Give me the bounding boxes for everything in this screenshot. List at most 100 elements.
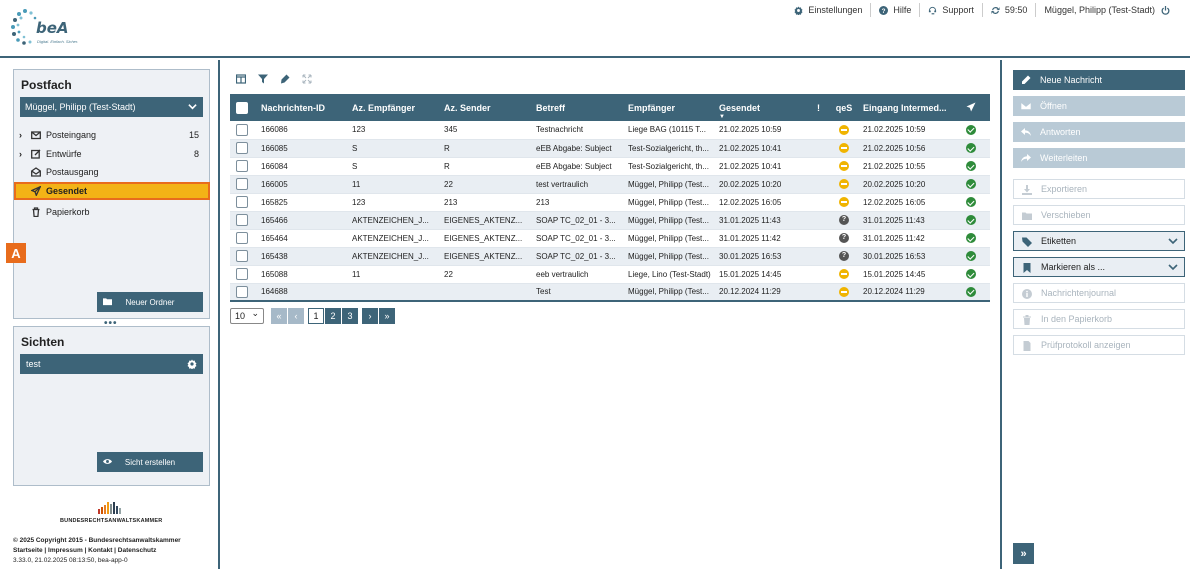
filter-icon[interactable]: [258, 74, 268, 84]
folder-entwuerfe[interactable]: › Entwürfe 8: [19, 145, 205, 163]
column-header-az-empfaenger[interactable]: Az. Empfänger: [348, 94, 440, 121]
row-checkbox[interactable]: [236, 268, 248, 280]
folder-label: Papierkorb: [46, 207, 90, 217]
table-row[interactable]: 165466 AKTENZEICHEN_J... EIGENES_AKTENZ...…: [230, 211, 990, 229]
table-row[interactable]: 166086 123 345 Testnachricht Liege BAG (1011…: [230, 121, 990, 139]
row-select-cell[interactable]: [230, 193, 257, 211]
next-page-button[interactable]: ›: [362, 308, 378, 324]
column-header-id[interactable]: Nachrichten-ID: [257, 94, 348, 121]
column-header-empfaenger[interactable]: Empfänger: [624, 94, 715, 121]
table-row[interactable]: 165825 123 213 213 Müggel, Philipp (Test... 1…: [230, 193, 990, 211]
support-link[interactable]: Support: [919, 3, 982, 17]
forward-button[interactable]: Weiterleiten: [1013, 148, 1185, 168]
row-select-cell[interactable]: [230, 247, 257, 265]
row-checkbox[interactable]: [236, 160, 248, 172]
row-checkbox[interactable]: [236, 214, 248, 226]
journal-button[interactable]: Nachrichtenjournal: [1013, 283, 1185, 303]
row-select-cell[interactable]: [230, 175, 257, 193]
column-header-qes[interactable]: qeS: [829, 94, 859, 121]
row-select-cell[interactable]: [230, 121, 257, 139]
bea-logo[interactable]: beA Digital. Einfach. Sicher.: [10, 6, 90, 52]
prev-page-button[interactable]: ‹: [288, 308, 304, 324]
export-button[interactable]: Exportieren: [1013, 179, 1185, 199]
cell-priority: [808, 283, 829, 301]
mark-as-dropdown[interactable]: Markieren als ...: [1013, 257, 1185, 277]
move-to-trash-button[interactable]: In den Papierkorb: [1013, 309, 1185, 329]
row-select-cell[interactable]: [230, 265, 257, 283]
table-row[interactable]: 166084 S ReEB Abgabe: Subject Test-Sozialge…: [230, 157, 990, 175]
expand-icon[interactable]: [302, 74, 312, 84]
footer-links[interactable]: Startseite | Impressum | Kontakt | Daten…: [13, 546, 181, 556]
labels-dropdown[interactable]: Etiketten: [1013, 231, 1185, 251]
row-checkbox[interactable]: [236, 232, 248, 244]
reply-button[interactable]: Antworten: [1013, 122, 1185, 142]
column-header-az-sender[interactable]: Az. Sender: [440, 94, 532, 121]
columns-icon[interactable]: [236, 74, 246, 84]
select-all-column[interactable]: [230, 94, 257, 121]
page-2-button[interactable]: 2: [325, 308, 341, 324]
page-1-button[interactable]: 1: [308, 308, 324, 324]
column-header-betreff[interactable]: Betreff: [532, 94, 624, 121]
column-header-priority[interactable]: !: [808, 94, 829, 121]
chevron-right-icon[interactable]: ›: [19, 149, 29, 159]
page-3-button[interactable]: 3: [342, 308, 358, 324]
row-select-cell[interactable]: [230, 139, 257, 157]
check-circle-icon: [966, 124, 976, 135]
last-page-button[interactable]: »: [379, 308, 395, 324]
view-item-test[interactable]: test: [20, 354, 203, 374]
row-select-cell[interactable]: [230, 229, 257, 247]
gear-icon[interactable]: [187, 359, 197, 369]
table-row[interactable]: 164688 Test Müggel, Philipp (Test... 20.12.…: [230, 283, 990, 301]
cell-empf: Müggel, Philipp (Test...: [628, 287, 709, 297]
table-row[interactable]: 165464 AKTENZEICHEN_J... EIGENES_AKTENZ...…: [230, 229, 990, 247]
column-header-sent-status[interactable]: [952, 94, 990, 121]
session-timer[interactable]: 59:50: [981, 3, 1036, 17]
new-message-button[interactable]: Neue Nachricht: [1013, 70, 1185, 90]
logo-text: beA: [36, 19, 69, 37]
column-header-eingang[interactable]: Eingang Intermed...: [859, 94, 952, 121]
session-timer-value: 59:50: [1004, 5, 1028, 15]
mailbox-select[interactable]: Müggel, Philipp (Test-Stadt): [20, 97, 203, 117]
cell-az-send: EIGENES_AKTENZ...: [444, 251, 523, 261]
folder-postausgang[interactable]: Postausgang: [19, 163, 205, 181]
row-checkbox[interactable]: [236, 123, 248, 136]
user-menu[interactable]: Müggel, Philipp (Test-Stadt): [1035, 3, 1178, 17]
select-all-checkbox[interactable]: [236, 101, 248, 114]
folder-gesendet[interactable]: Gesendet: [14, 182, 210, 200]
create-view-button[interactable]: Sicht erstellen: [97, 452, 203, 472]
show-protocol-button[interactable]: Prüfprotokoll anzeigen: [1013, 335, 1185, 355]
chevron-right-icon[interactable]: ›: [19, 130, 29, 140]
help-link[interactable]: ? Hilfe: [870, 3, 919, 17]
row-checkbox[interactable]: [236, 250, 248, 262]
postfach-panel: Postfach Müggel, Philipp (Test-Stadt) › …: [13, 69, 210, 319]
open-button[interactable]: Öffnen: [1013, 96, 1185, 116]
power-icon[interactable]: [1161, 5, 1170, 15]
cell-qes: ?: [829, 229, 859, 247]
row-checkbox[interactable]: [236, 285, 248, 298]
table-row[interactable]: 165438 AKTENZEICHEN_J... EIGENES_AKTENZ...…: [230, 247, 990, 265]
new-folder-button[interactable]: Neuer Ordner: [97, 292, 203, 312]
marker-icon[interactable]: [280, 74, 290, 84]
move-button[interactable]: Verschieben: [1013, 205, 1185, 225]
row-checkbox[interactable]: [236, 142, 248, 154]
brak-logo[interactable]: BUNDESRECHTSANWALTSKAMMER: [60, 502, 166, 532]
folder-posteingang[interactable]: › Posteingang 15: [19, 126, 205, 144]
expand-panel-button[interactable]: »: [1013, 543, 1034, 564]
table-row[interactable]: 166085 S ReEB Abgabe: Subject Test-Sozialge…: [230, 139, 990, 157]
row-select-cell[interactable]: [230, 211, 257, 229]
row-checkbox[interactable]: [236, 178, 248, 190]
brak-logo-bar: [116, 506, 118, 514]
list-toolbar: [236, 72, 312, 86]
column-header-gesendet[interactable]: Gesendet ▼: [715, 94, 808, 121]
first-page-button[interactable]: «: [271, 308, 287, 324]
row-select-cell[interactable]: [230, 283, 257, 301]
row-checkbox[interactable]: [236, 196, 248, 208]
row-select-cell[interactable]: [230, 157, 257, 175]
qes-missing-icon: [839, 161, 849, 171]
settings-link[interactable]: Einstellungen: [786, 3, 870, 17]
table-row[interactable]: 166005 11 22 test vertraulich Müggel, Philip…: [230, 175, 990, 193]
page-size-select[interactable]: 10: [230, 308, 264, 324]
cell-eingang: 31.01.2025 11:43: [863, 215, 925, 225]
table-row[interactable]: 165088 11 22 eeb vertraulich Liege, Lino (Te…: [230, 265, 990, 283]
folder-papierkorb[interactable]: Papierkorb: [19, 203, 205, 221]
